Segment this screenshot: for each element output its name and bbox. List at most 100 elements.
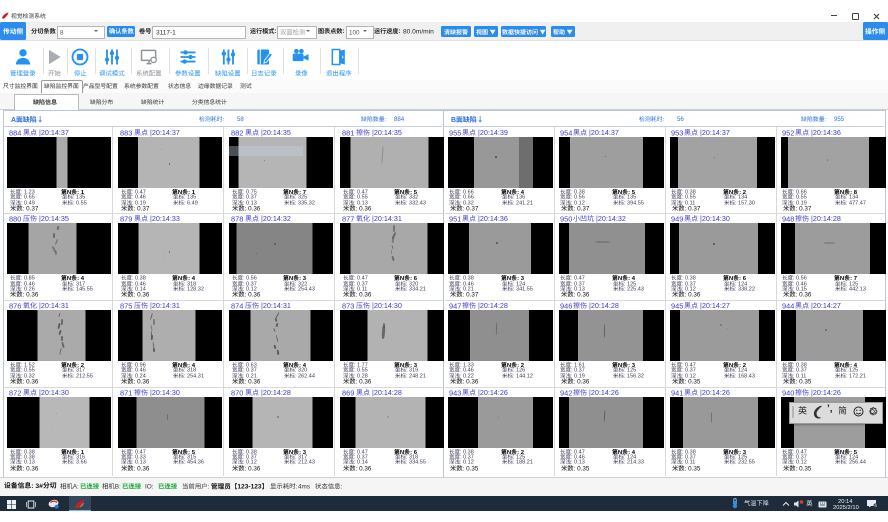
svg-text:: 0.36: : 0.36 [462,378,478,385]
svg-text:3117-1: 3117-1 [156,30,176,37]
svg-text:947: 947 [449,301,461,310]
svg-text:: 241.21: : 241.21 [513,200,533,206]
svg-text:8: 8 [60,29,64,36]
svg-text:123-123: 123-123 [237,483,262,490]
svg-text:874: 874 [231,301,243,310]
svg-text::: : [824,117,826,123]
svg-text:: 0.36: : 0.36 [245,465,261,472]
svg-text:|20:14:36: |20:14:36 [478,214,508,223]
svg-text:950: 950 [560,214,572,223]
svg-text:: 0.37: : 0.37 [134,205,150,212]
svg-text:955: 955 [449,128,461,137]
svg-text:: 248.21: : 248.21 [406,373,426,379]
svg-text::: : [398,28,400,35]
svg-text:: 334.21: : 334.21 [406,286,426,292]
svg-text:100: 100 [349,29,360,36]
svg-text:|20:14:27: |20:14:27 [811,301,841,310]
svg-text:58: 58 [237,116,244,123]
svg-text:: 0.37: : 0.37 [23,205,39,212]
svg-text:’,: ’, [827,404,833,415]
svg-text:|20:14:26: |20:14:26 [589,388,619,397]
svg-text:: 172.21: : 172.21 [846,373,866,379]
svg-text:|20:14:37: |20:14:37 [589,128,619,137]
svg-text:|20:14:30: |20:14:30 [39,388,69,397]
svg-text:: 128.32: : 128.32 [184,286,204,292]
svg-text:875: 875 [120,301,132,310]
svg-text:: 0.36: : 0.36 [134,291,150,298]
svg-text:|20:14:26: |20:14:26 [811,388,841,397]
svg-text:: 0.36: : 0.36 [245,378,261,385]
svg-text:|20:14:28: |20:14:28 [811,214,841,223]
svg-text:B: B [451,117,456,124]
svg-text:: 168.43: : 168.43 [735,373,755,379]
svg-text:: 0.36: : 0.36 [356,378,372,385]
svg-text::: : [208,483,210,490]
svg-text:: 0.36: : 0.36 [684,291,700,298]
svg-text:876: 876 [9,301,21,310]
svg-text:A: A [11,117,16,124]
svg-text:879: 879 [120,214,132,223]
svg-text:: 334.55: : 334.55 [406,460,426,466]
svg-text:: 0.37: : 0.37 [684,205,700,212]
svg-text:: 225.43: : 225.43 [624,286,644,292]
svg-text:942: 942 [560,388,572,397]
svg-text:: 256.44: : 256.44 [846,460,866,466]
svg-text:: 442.13: : 442.13 [846,286,866,292]
svg-text:: 394.55: : 394.55 [624,200,644,206]
svg-text:870: 870 [231,388,243,397]
svg-text:873: 873 [342,301,354,310]
svg-text:: 0.35: : 0.35 [795,378,811,385]
svg-text:|20:14:35: |20:14:35 [372,128,402,137]
svg-text:|20:14:31: |20:14:31 [39,301,69,310]
svg-text:|20:14:27: |20:14:27 [700,301,730,310]
svg-text:|20:14:28: |20:14:28 [372,388,402,397]
svg-text:: 0.37: : 0.37 [462,291,478,298]
svg-text:|20:14:28: |20:14:28 [478,301,508,310]
svg-text:|20:14:30: |20:14:30 [372,301,402,310]
svg-text:|20:14:37: |20:14:37 [700,128,730,137]
svg-text:|20:14:31: |20:14:31 [150,301,180,310]
svg-text:: 0.36: : 0.36 [245,205,261,212]
svg-text:|20:14:30: |20:14:30 [150,388,180,397]
svg-text:: 156.32: : 156.32 [624,373,644,379]
svg-text:951: 951 [449,214,461,223]
svg-text::: : [662,117,664,123]
svg-text:: 341.55: : 341.55 [513,286,533,292]
svg-text:871: 871 [120,388,132,397]
svg-text:: 0.36: : 0.36 [356,291,372,298]
svg-text:: 338.22: : 338.22 [735,286,755,292]
svg-text:IO:: IO: [145,483,154,490]
svg-text:: 212.43: : 212.43 [295,460,315,466]
svg-text:|20:14:35: |20:14:35 [261,128,291,137]
svg-text:80.0m/min: 80.0m/min [403,29,434,36]
svg-text:|20:14:37: |20:14:37 [39,128,69,137]
svg-text:|20:14:32: |20:14:32 [261,214,291,223]
svg-text:: 254.31: : 254.31 [184,373,204,379]
svg-text:|20:14:33: |20:14:33 [150,214,180,223]
svg-text::: : [341,483,343,490]
svg-text:: 0.36: : 0.36 [356,465,372,472]
svg-text:877: 877 [342,214,354,223]
svg-text:: 144.12: : 144.12 [513,373,533,379]
svg-text:|20:14:26: |20:14:26 [700,388,730,397]
svg-text:|20:14:32: |20:14:32 [596,214,626,223]
svg-text:: 0.37: : 0.37 [462,205,478,212]
svg-text:941: 941 [671,388,683,397]
svg-text:: 0.37: : 0.37 [573,205,589,212]
svg-text::: : [222,117,224,123]
svg-text:|20:14:26: |20:14:26 [478,388,508,397]
svg-text:940: 940 [782,388,794,397]
svg-text:: 0.36: : 0.36 [23,465,39,472]
svg-text:949: 949 [671,214,683,223]
svg-text:880: 880 [9,214,21,223]
svg-text:|20:14:30: |20:14:30 [700,214,730,223]
svg-text:: 0.55: : 0.55 [73,200,87,206]
svg-text:884: 884 [9,128,21,137]
svg-text:A:: A: [73,483,79,490]
svg-text:948: 948 [782,214,794,223]
svg-text:: 332.43: : 332.43 [406,200,426,206]
svg-text:: 6.49: : 6.49 [184,200,198,206]
svg-text:882: 882 [231,128,243,137]
svg-text:: 214.33: : 214.33 [624,460,644,466]
svg-text:: 477.47: : 477.47 [846,200,866,206]
